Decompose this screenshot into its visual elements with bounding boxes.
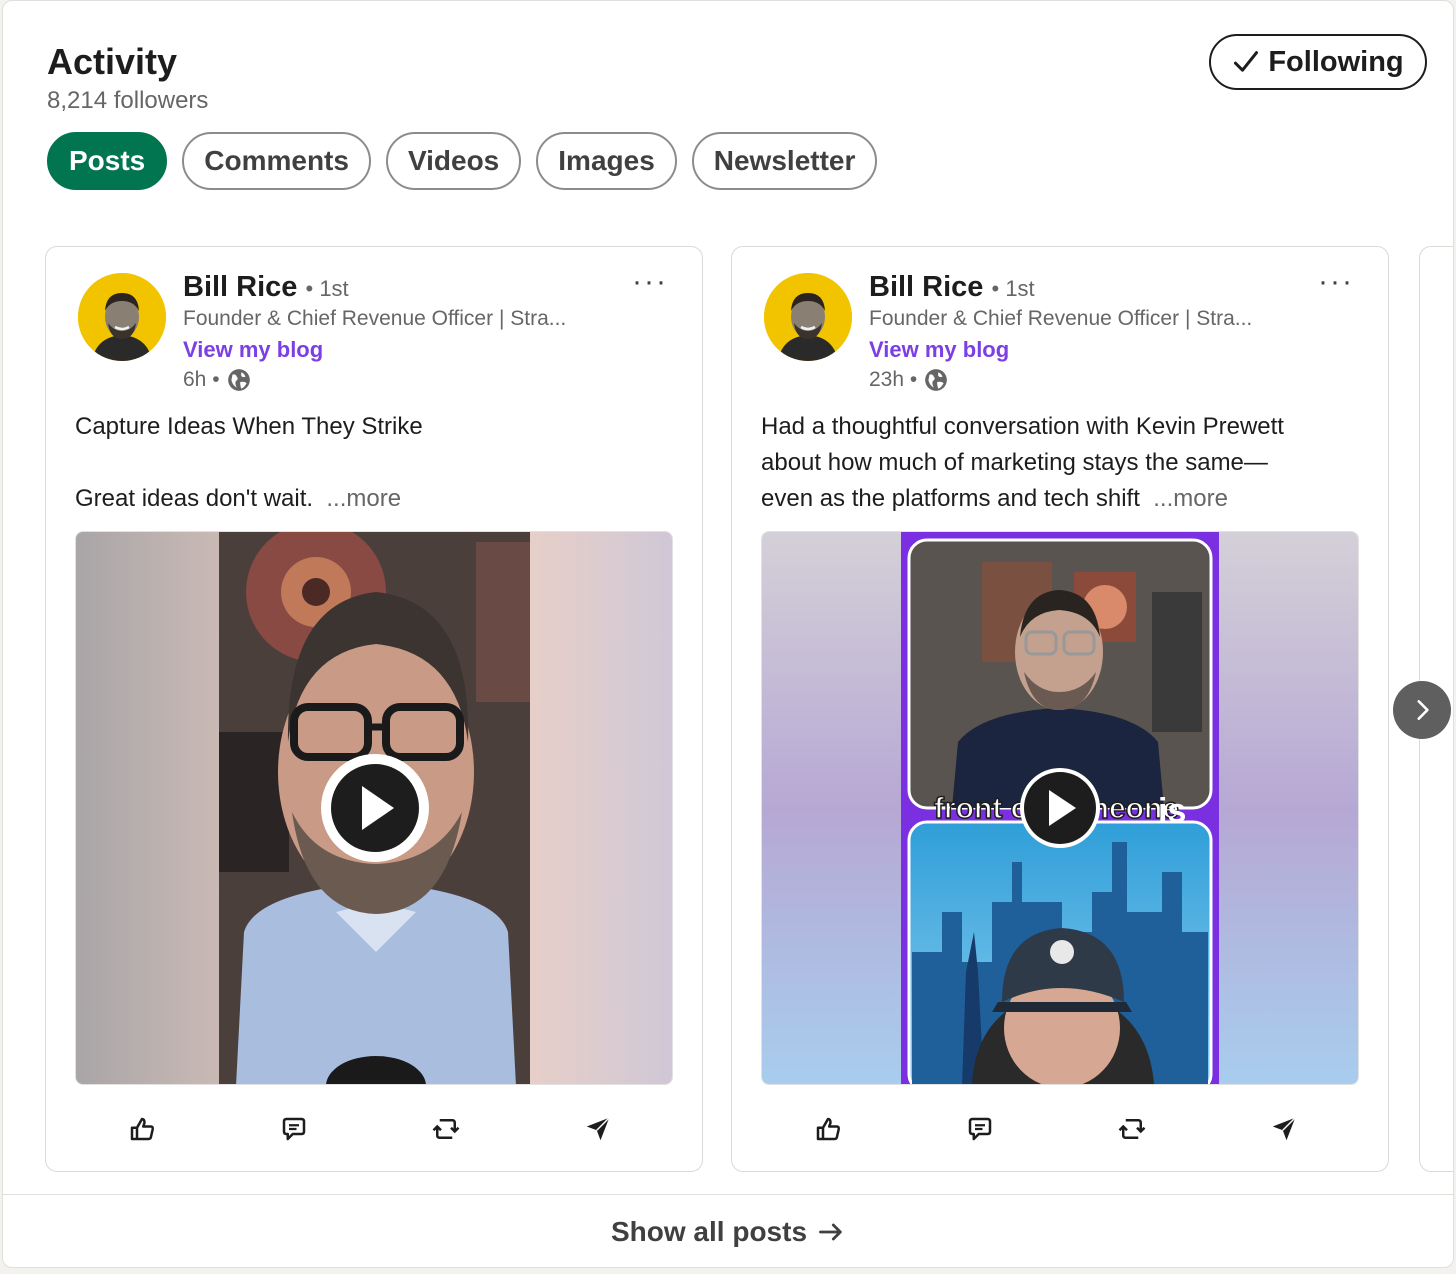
show-all-posts-button[interactable]: Show all posts — [611, 1216, 845, 1248]
thumbs-up-icon — [816, 1117, 840, 1141]
see-more-link[interactable]: ...more — [1153, 485, 1228, 512]
author-photo — [78, 273, 166, 361]
repost-button[interactable] — [1112, 1109, 1152, 1149]
show-all-footer: Show all posts — [3, 1194, 1453, 1267]
post-meta: 6h • — [183, 367, 252, 393]
play-button[interactable] — [321, 754, 429, 862]
post-actions — [732, 1109, 1388, 1149]
post-text-line: even as the platforms and tech shift ...… — [761, 481, 1361, 517]
send-icon — [1272, 1117, 1296, 1141]
avatar[interactable] — [78, 273, 166, 361]
post-actions — [46, 1109, 702, 1149]
thumbs-up-icon — [130, 1117, 154, 1141]
post-text-line: about how much of marketing stays the sa… — [761, 449, 1268, 476]
more-options-icon[interactable]: ··· — [632, 265, 668, 299]
activity-tabs: Posts Comments Videos Images Newsletter — [47, 132, 878, 190]
connection-degree: • 1st — [305, 276, 349, 301]
following-button[interactable]: Following — [1209, 34, 1427, 90]
connection-degree: • 1st — [991, 276, 1035, 301]
carousel-next-button[interactable] — [1393, 681, 1451, 739]
author-name[interactable]: Bill Rice • 1st — [183, 271, 349, 304]
post-text-segment: even as the platforms and tech shift — [761, 485, 1140, 512]
following-label: Following — [1268, 45, 1404, 78]
send-icon — [586, 1117, 610, 1141]
post-text: Had a thoughtful conversation with Kevin… — [761, 409, 1361, 517]
author-name-text: Bill Rice — [869, 271, 984, 303]
comment-button[interactable] — [274, 1109, 314, 1149]
globe-icon — [925, 369, 948, 391]
activity-panel: Activity 8,214 followers Following Posts… — [2, 0, 1454, 1268]
view-blog-link[interactable]: View my blog — [183, 337, 323, 363]
comment-icon — [282, 1117, 306, 1141]
view-blog-link[interactable]: View my blog — [869, 337, 1009, 363]
video-thumbnail: front of someone is — [762, 532, 1358, 1084]
comment-icon — [968, 1117, 992, 1141]
comment-button[interactable] — [960, 1109, 1000, 1149]
show-all-label: Show all posts — [610, 1215, 808, 1247]
repost-icon — [1118, 1119, 1146, 1139]
post-text-line-blank — [75, 445, 675, 481]
repost-icon — [432, 1119, 460, 1139]
post-video[interactable] — [75, 531, 673, 1085]
author-name-text: Bill Rice — [183, 271, 298, 303]
avatar[interactable] — [764, 273, 852, 361]
see-more-link[interactable]: ...more — [326, 485, 401, 512]
author-headline: Founder & Chief Revenue Officer | Stra..… — [869, 307, 1253, 330]
send-button[interactable] — [1264, 1109, 1304, 1149]
tab-newsletter[interactable]: Newsletter — [691, 132, 878, 190]
post-video[interactable]: front of someone is — [761, 531, 1359, 1085]
like-button[interactable] — [122, 1109, 162, 1149]
post-text-segment: Great ideas don't wait. — [75, 485, 314, 512]
more-options-icon[interactable]: ··· — [1318, 265, 1354, 299]
post-text-line: Capture Ideas When They Strike — [75, 413, 423, 440]
post-text-line: Had a thoughtful conversation with Kevin… — [761, 413, 1284, 440]
tab-videos[interactable]: Videos — [385, 132, 522, 190]
post-time: 23h • — [869, 368, 918, 391]
author-headline: Founder & Chief Revenue Officer | Stra..… — [183, 307, 567, 330]
send-button[interactable] — [578, 1109, 618, 1149]
like-button[interactable] — [808, 1109, 848, 1149]
video-thumbnail — [76, 532, 672, 1084]
tab-images[interactable]: Images — [536, 132, 677, 190]
post-card: Bill Rice • 1st Founder & Chief Revenue … — [45, 246, 703, 1172]
tab-posts[interactable]: Posts — [47, 132, 168, 190]
activity-title: Activity — [47, 41, 178, 82]
checkmark-icon — [1234, 51, 1259, 72]
author-name[interactable]: Bill Rice • 1st — [869, 271, 1035, 304]
author-photo — [764, 273, 852, 361]
play-button[interactable] — [1020, 768, 1100, 848]
post-card: Bill Rice • 1st Founder & Chief Revenue … — [731, 246, 1389, 1172]
followers-count: 8,214 followers — [47, 87, 209, 114]
chevron-right-icon — [1417, 700, 1429, 720]
arrow-right-icon — [819, 1223, 842, 1240]
post-text: Capture Ideas When They Strike Great ide… — [75, 409, 675, 517]
post-meta: 23h • — [869, 367, 949, 393]
tab-comments[interactable]: Comments — [182, 132, 371, 190]
post-time: 6h • — [183, 368, 220, 391]
repost-button[interactable] — [426, 1109, 466, 1149]
post-text-line: Great ideas don't wait. ...more — [75, 481, 675, 517]
globe-icon — [227, 369, 250, 391]
